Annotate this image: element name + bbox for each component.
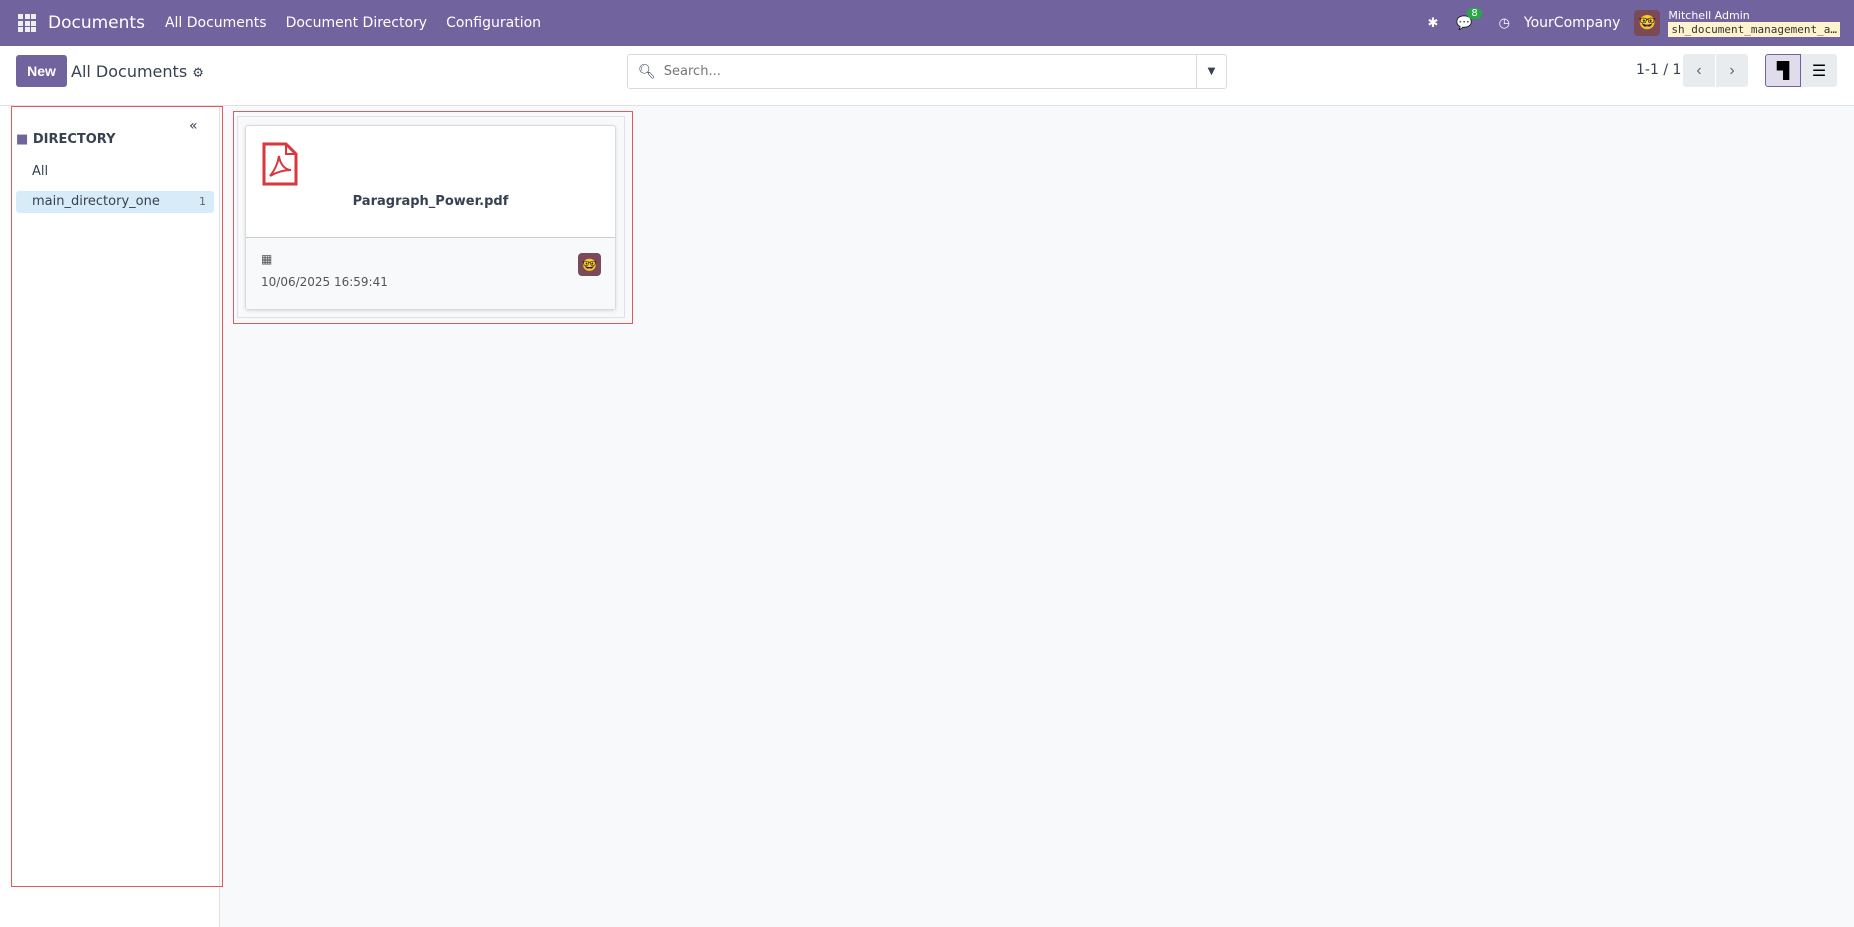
menu-document-directory[interactable]: Document Directory: [286, 15, 428, 31]
document-date: 10/06/2025 16:59:41: [261, 275, 388, 289]
page-title: All Documents: [71, 62, 188, 81]
owner-avatar: 🤓: [578, 253, 601, 276]
breadcrumb-title: All Documents ⚙: [71, 62, 204, 81]
calendar-icon: ▦: [261, 252, 273, 266]
search-icon: 🔍︎: [638, 63, 656, 80]
activity-clock-icon[interactable]: ◷: [1499, 16, 1510, 31]
menu-all-documents[interactable]: All Documents: [165, 15, 267, 31]
pager-previous-button[interactable]: ‹: [1683, 54, 1715, 87]
company-switcher[interactable]: YourCompany: [1524, 15, 1621, 31]
search-bar: 🔍︎ ▼: [627, 54, 1227, 89]
user-avatar[interactable]: 🤓: [1634, 10, 1661, 36]
new-button[interactable]: New: [16, 55, 67, 87]
database-name: sh_document_management_a…: [1668, 22, 1840, 37]
pager-value[interactable]: 1-1 / 1: [1636, 62, 1681, 78]
gear-icon[interactable]: ⚙: [192, 66, 204, 81]
user-name: Mitchell Admin: [1668, 9, 1750, 22]
pdf-file-icon: [262, 142, 298, 186]
document-card[interactable]: Paragraph_Power.pdf ▦ 10/06/2025 16:59:4…: [245, 125, 616, 310]
messages-icon[interactable]: 💬 8: [1456, 7, 1482, 31]
sidebar-highlight: [11, 106, 223, 887]
app-name[interactable]: Documents: [48, 13, 145, 33]
top-navbar: Documents All Documents Document Directo…: [0, 0, 1854, 46]
control-panel: New All Documents ⚙ 🔍︎ ▼ 1-1 / 1 ‹ › ▜ ☰: [0, 46, 1854, 106]
menu-configuration[interactable]: Configuration: [446, 15, 541, 31]
apps-menu-icon[interactable]: [18, 14, 36, 32]
debug-icon[interactable]: ✱: [1427, 16, 1438, 31]
document-name: Paragraph_Power.pdf: [352, 194, 509, 209]
user-menu[interactable]: Mitchell Admin sh_document_management_a…: [1668, 9, 1840, 37]
kanban-view-button[interactable]: ▜: [1765, 54, 1801, 87]
search-input[interactable]: [663, 64, 1196, 79]
search-options-toggle[interactable]: ▼: [1196, 55, 1226, 88]
messages-badge: 8: [1467, 7, 1482, 19]
list-view-button[interactable]: ☰: [1801, 54, 1837, 87]
card-footer: ▦ 10/06/2025 16:59:41 🤓: [246, 237, 615, 309]
pager-next-button[interactable]: ›: [1716, 54, 1748, 87]
